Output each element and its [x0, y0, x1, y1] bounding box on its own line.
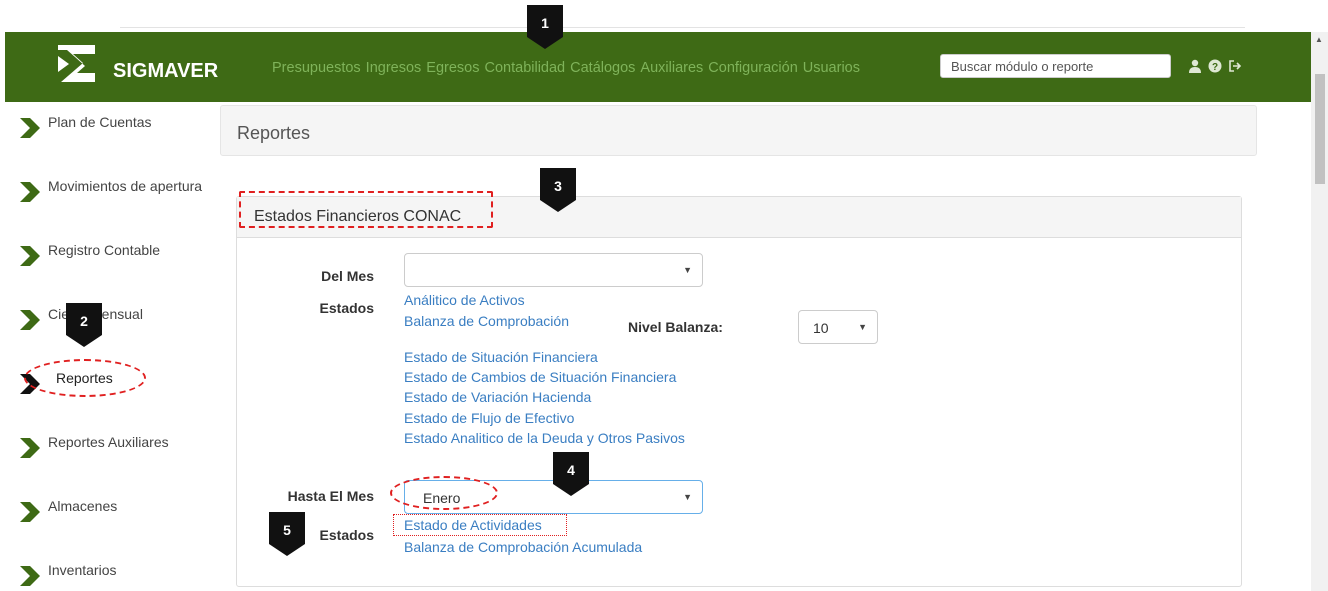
link-cambios-situacion[interactable]: Estado de Cambios de Situación Financier…: [404, 369, 676, 385]
chevron-right-icon: [20, 118, 40, 138]
sidebar-item-label: Almacenes: [48, 498, 118, 514]
del-mes-select[interactable]: ▼: [404, 253, 703, 287]
chevron-right-icon: [20, 566, 40, 586]
scroll-up-icon[interactable]: ▲: [1315, 35, 1323, 44]
top-navbar: SIGMAVER Presupuestos Ingresos Egresos C…: [5, 32, 1311, 102]
menu-auxiliares[interactable]: Auxiliares: [640, 60, 703, 76]
help-icon[interactable]: ?: [1208, 59, 1222, 73]
menu-configuracion[interactable]: Configuración: [708, 60, 797, 76]
user-icon[interactable]: [1188, 59, 1202, 73]
nivel-balanza-label: Nivel Balanza:: [628, 319, 723, 335]
sidebar-item-label: Movimientos de apertura: [48, 178, 203, 194]
del-mes-label: Del Mes: [321, 268, 374, 284]
search-input[interactable]: [940, 54, 1171, 78]
vertical-scrollbar[interactable]: ▲: [1311, 32, 1328, 591]
link-deuda-pasivos[interactable]: Estado Analitico de la Deuda y Otros Pas…: [404, 430, 685, 446]
menu-catalogos[interactable]: Catálogos: [570, 60, 635, 76]
annotation-badge-1: 1: [527, 5, 563, 49]
top-divider: [120, 27, 1245, 28]
logout-icon[interactable]: [1228, 59, 1242, 73]
hasta-mes-label: Hasta El Mes: [287, 488, 374, 504]
sidebar-item-label: Registro Contable: [48, 242, 161, 258]
chevron-right-icon: [20, 438, 40, 458]
menu-ingresos[interactable]: Ingresos: [366, 60, 422, 76]
estados-label-2: Estados: [319, 527, 374, 543]
scrollbar-thumb[interactable]: [1315, 74, 1325, 184]
link-balanza-comprobacion[interactable]: Balanza de Comprobación: [404, 313, 569, 329]
sidebar: Plan de Cuentas Movimientos de apertura …: [0, 102, 212, 591]
link-variacion-hacienda[interactable]: Estado de Variación Hacienda: [404, 389, 591, 405]
main-menu: Presupuestos Ingresos Egresos Contabilid…: [272, 60, 860, 76]
estados-label: Estados: [319, 300, 374, 316]
navbar-icons: ?: [1188, 59, 1242, 73]
caret-down-icon: ▼: [683, 265, 692, 275]
link-analitico-activos[interactable]: Análitico de Activos: [404, 292, 525, 308]
page-title: Reportes: [237, 123, 311, 143]
chevron-right-icon: [20, 182, 40, 202]
chevron-right-icon: [20, 246, 40, 266]
menu-presupuestos[interactable]: Presupuestos: [272, 60, 361, 76]
page-header: Reportes: [220, 105, 1257, 156]
chevron-right-icon: [20, 502, 40, 522]
highlight-enero: [390, 476, 498, 510]
link-situacion-financiera[interactable]: Estado de Situación Financiera: [404, 349, 598, 365]
estados-financieros-panel: Estados Financieros CONAC: [236, 196, 1242, 587]
menu-egresos[interactable]: Egresos: [426, 60, 479, 76]
annotation-badge-5: 5: [269, 512, 305, 556]
chevron-right-icon: [20, 310, 40, 330]
highlight-panel-title: [239, 191, 493, 228]
annotation-badge-2: 2: [66, 303, 102, 347]
annotation-badge-4: 4: [553, 452, 589, 496]
caret-down-icon: ▼: [858, 322, 867, 332]
menu-usuarios[interactable]: Usuarios: [803, 60, 860, 76]
caret-down-icon: ▼: [683, 492, 692, 502]
svg-text:?: ?: [1212, 62, 1218, 73]
menu-contabilidad[interactable]: Contabilidad: [485, 60, 566, 76]
nivel-balanza-select[interactable]: 10 ▼: [798, 310, 878, 344]
sigma-logo-icon: [58, 45, 95, 82]
brand-name[interactable]: SIGMAVER: [113, 60, 218, 83]
sidebar-item-label: Plan de Cuentas: [48, 114, 152, 130]
link-balanza-acumulada[interactable]: Balanza de Comprobación Acumulada: [404, 539, 642, 555]
sidebar-item-label: Inventarios: [48, 562, 117, 578]
sidebar-item-label: Reportes Auxiliares: [48, 434, 169, 450]
annotation-badge-3: 3: [540, 168, 576, 212]
highlight-estado-actividades: [393, 514, 567, 536]
nivel-balanza-value: 10: [813, 320, 829, 336]
link-flujo-efectivo[interactable]: Estado de Flujo de Efectivo: [404, 410, 574, 426]
highlight-reportes: [24, 359, 146, 397]
